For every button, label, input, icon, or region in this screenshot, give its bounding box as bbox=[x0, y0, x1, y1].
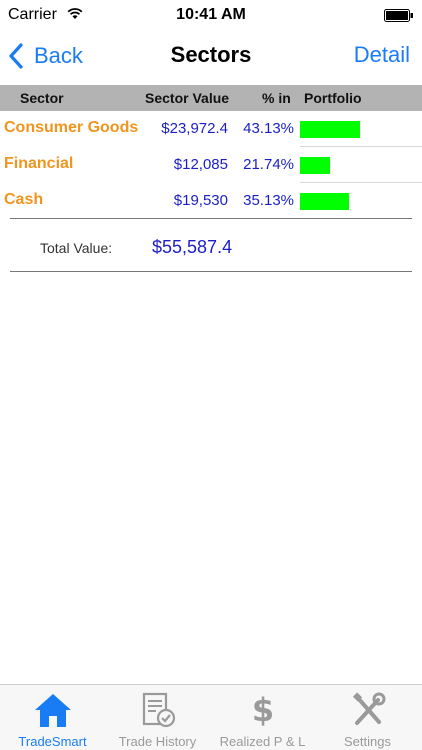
header-sector-value: Sector Value bbox=[145, 90, 230, 106]
svg-text:$: $ bbox=[251, 691, 273, 729]
total-value: $55,587.4 bbox=[152, 237, 233, 257]
status-time: 10:41 AM bbox=[176, 6, 246, 23]
detail-button[interactable]: Detail bbox=[354, 42, 410, 68]
home-icon bbox=[34, 694, 71, 727]
battery-icon bbox=[384, 9, 413, 22]
table-row[interactable]: Cash $19,530 35.13% bbox=[0, 183, 422, 219]
tab-label: Realized P & L bbox=[219, 734, 306, 749]
tab-label: Settings bbox=[344, 734, 391, 749]
sector-percent: 21.74% bbox=[243, 156, 294, 173]
tab-trade-history[interactable]: Trade History bbox=[105, 685, 210, 750]
total-value-label: Total Value: bbox=[40, 240, 113, 256]
portfolio-bar bbox=[300, 193, 350, 210]
tab-label: TradeSmart bbox=[18, 734, 87, 749]
sector-percent: 43.13% bbox=[243, 120, 294, 137]
tab-tradesmart[interactable]: TradeSmart bbox=[0, 685, 105, 750]
portfolio-bar bbox=[300, 157, 331, 174]
header-percent: % in bbox=[262, 90, 291, 106]
status-bar: Carrier 10:41 AM bbox=[0, 0, 422, 30]
table-row[interactable]: Financial $12,085 21.74% bbox=[0, 147, 422, 183]
sector-value: $19,530 bbox=[173, 192, 228, 209]
tab-label: Trade History bbox=[118, 734, 197, 749]
divider-line bbox=[10, 218, 412, 219]
trade-history-icon bbox=[142, 692, 175, 728]
table-row[interactable]: Consumer Goods $23,972.4 43.13% bbox=[0, 111, 422, 147]
table-header: Sector Sector Value % in Portfolio bbox=[0, 85, 422, 111]
header-portfolio: Portfolio bbox=[304, 90, 362, 106]
tab-settings[interactable]: Settings bbox=[315, 685, 420, 750]
navigation-bar: Back Sectors Detail bbox=[0, 30, 422, 84]
header-sector: Sector bbox=[20, 90, 64, 106]
sector-name: Consumer Goods bbox=[4, 119, 139, 136]
settings-tools-icon bbox=[352, 692, 385, 725]
dollar-icon: $ bbox=[251, 691, 273, 729]
sector-name: Financial bbox=[4, 155, 74, 172]
sector-percent: 35.13% bbox=[243, 192, 294, 209]
sector-value: $12,085 bbox=[173, 156, 228, 173]
divider-line bbox=[10, 271, 412, 272]
tab-realized-pl[interactable]: $ Realized P & L bbox=[210, 685, 315, 750]
sector-name: Cash bbox=[4, 191, 44, 208]
portfolio-bar bbox=[300, 121, 361, 138]
tab-bar: TradeSmart Trade History $ Realized P & … bbox=[0, 684, 422, 750]
sector-value: $23,972.4 bbox=[161, 120, 228, 137]
